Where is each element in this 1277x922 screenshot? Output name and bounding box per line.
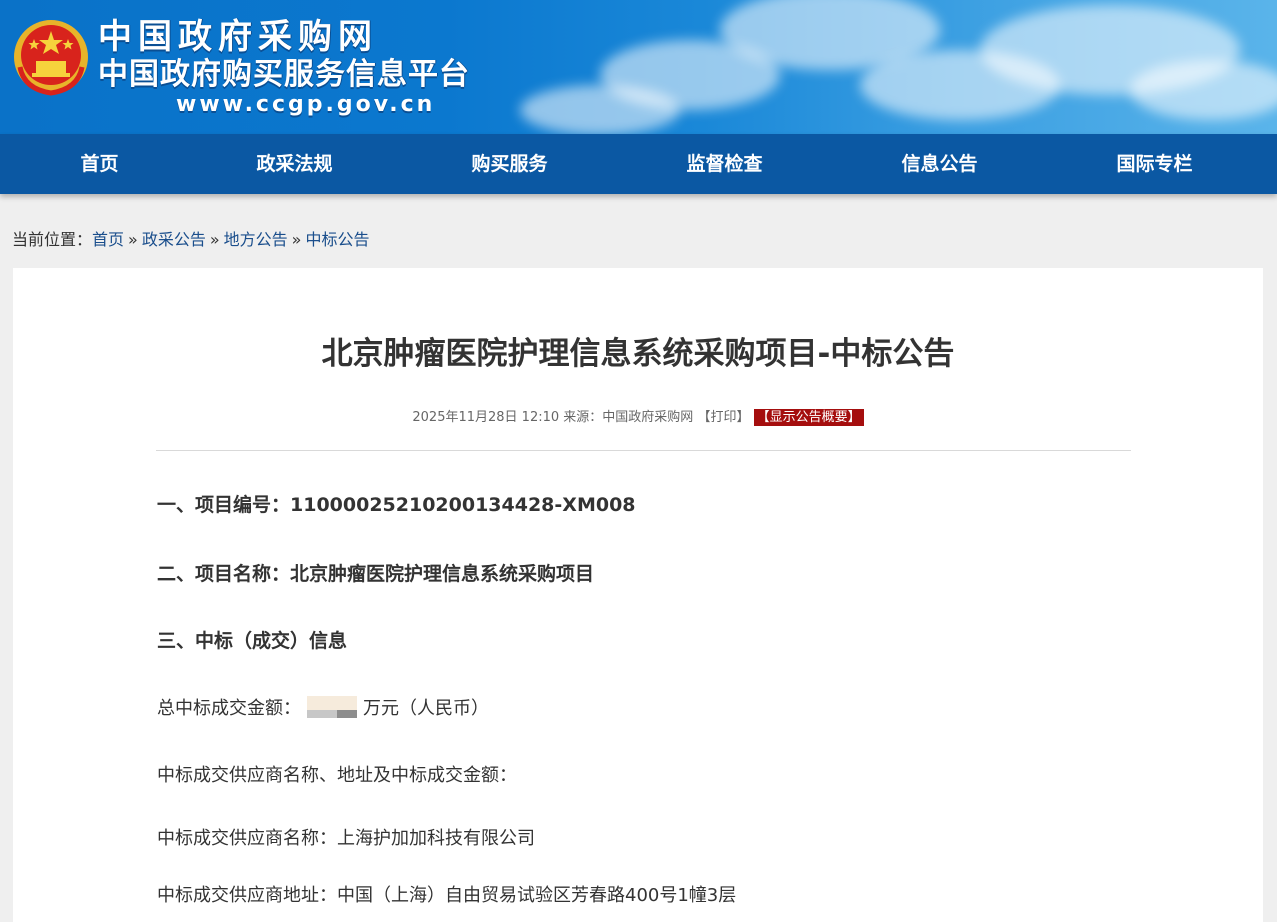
breadcrumb-award-notices[interactable]: 中标公告 bbox=[305, 230, 369, 249]
breadcrumb-separator: » bbox=[209, 230, 220, 249]
amount-unit: 万元（人民币） bbox=[363, 698, 489, 719]
award-info-heading: 三、中标（成交）信息 bbox=[157, 630, 348, 652]
title-divider bbox=[156, 450, 1131, 451]
site-title-sub: 中国政府购买服务信息平台 bbox=[98, 57, 470, 92]
project-number-heading: 一、项目编号：11000025210200134428-XM008 bbox=[157, 494, 636, 516]
show-summary-button[interactable]: 【显示公告概要】 bbox=[753, 409, 864, 426]
main-nav: 首页 政采法规 购买服务 监督检查 信息公告 国际专栏 bbox=[0, 134, 1277, 194]
site-title-main: 中国政府采购网 bbox=[98, 17, 378, 57]
breadcrumb-separator: » bbox=[128, 230, 138, 249]
article-meta: 2025年11月28日 12:10 来源：中国政府采购网 【打印】 【显示公告概… bbox=[13, 407, 1263, 429]
nav-item-purchase-services[interactable]: 购买服务 bbox=[402, 134, 617, 194]
nav-item-announcements[interactable]: 信息公告 bbox=[832, 134, 1047, 194]
supplier-address-line: 中标成交供应商地址：中国（上海）自由贸易试验区芳春路400号1幢3层 bbox=[157, 885, 737, 906]
article-title: 北京肿瘤医院护理信息系统采购项目-中标公告 bbox=[321, 336, 955, 372]
breadcrumb-local-notices[interactable]: 地方公告 bbox=[224, 230, 288, 249]
national-emblem-icon[interactable] bbox=[12, 17, 90, 97]
supplier-info-header: 中标成交供应商名称、地址及中标成交金额： bbox=[157, 765, 517, 786]
total-amount-label: 总中标成交金额： bbox=[157, 698, 301, 719]
project-name-heading: 二、项目名称：北京肿瘤医院护理信息系统采购项目 bbox=[157, 563, 595, 585]
nav-item-regulations[interactable]: 政采法规 bbox=[187, 134, 402, 194]
breadcrumb-prefix: 当前位置： bbox=[12, 230, 93, 249]
cloud-decoration bbox=[1130, 60, 1277, 120]
cloud-decoration bbox=[520, 85, 680, 134]
nav-item-international[interactable]: 国际专栏 bbox=[1047, 134, 1262, 194]
breadcrumb-home[interactable]: 首页 bbox=[92, 230, 124, 249]
breadcrumb-procurement-notices[interactable]: 政采公告 bbox=[142, 230, 206, 249]
supplier-name-line: 中标成交供应商名称：上海护加加科技有限公司 bbox=[157, 828, 535, 849]
redacted-amount bbox=[307, 696, 357, 718]
site-url: www.ccgp.gov.cn bbox=[176, 92, 436, 117]
print-link[interactable]: 【打印】 bbox=[697, 410, 749, 425]
nav-item-home[interactable]: 首页 bbox=[0, 134, 207, 194]
article-source-label: 来源： bbox=[563, 410, 603, 425]
article-panel: 北京肿瘤医院护理信息系统采购项目-中标公告 2025年11月28日 12:10 … bbox=[13, 268, 1263, 922]
total-amount-line: 总中标成交金额： 万元（人民币） bbox=[157, 696, 489, 722]
article-date: 2025年11月28日 12:10 bbox=[412, 410, 560, 425]
article-source: 中国政府采购网 bbox=[602, 410, 694, 425]
breadcrumb: 当前位置：首页» 政采公告» 地方公告» 中标公告 bbox=[12, 229, 369, 251]
site-header-banner: 中国政府采购网 中国政府购买服务信息平台 www.ccgp.gov.cn bbox=[0, 0, 1277, 134]
breadcrumb-separator: » bbox=[291, 230, 302, 249]
nav-item-supervision[interactable]: 监督检查 bbox=[617, 134, 832, 194]
